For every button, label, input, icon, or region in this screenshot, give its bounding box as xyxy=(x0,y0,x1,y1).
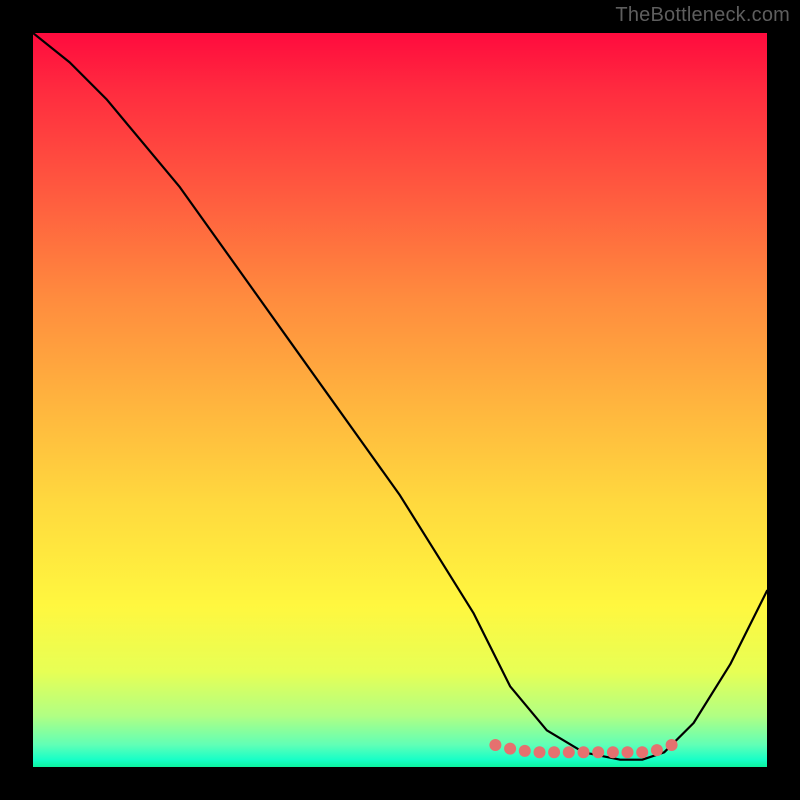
marker-dot xyxy=(548,746,560,758)
chart-plot-area xyxy=(33,33,767,767)
marker-dot xyxy=(519,745,531,757)
marker-dot xyxy=(578,746,590,758)
marker-dot xyxy=(504,743,516,755)
marker-dot xyxy=(607,746,619,758)
marker-dot xyxy=(592,746,604,758)
marker-dot xyxy=(489,739,501,751)
optimal-zone-markers xyxy=(489,739,677,758)
chart-svg xyxy=(33,33,767,767)
marker-dot xyxy=(651,744,663,756)
marker-dot xyxy=(666,739,678,751)
chart-root: TheBottleneck.com xyxy=(0,0,800,800)
marker-dot xyxy=(636,746,648,758)
watermark-label: TheBottleneck.com xyxy=(615,4,790,27)
marker-dot xyxy=(534,746,546,758)
bottleneck-curve-line xyxy=(33,33,767,760)
marker-dot xyxy=(563,746,575,758)
marker-dot xyxy=(622,746,634,758)
